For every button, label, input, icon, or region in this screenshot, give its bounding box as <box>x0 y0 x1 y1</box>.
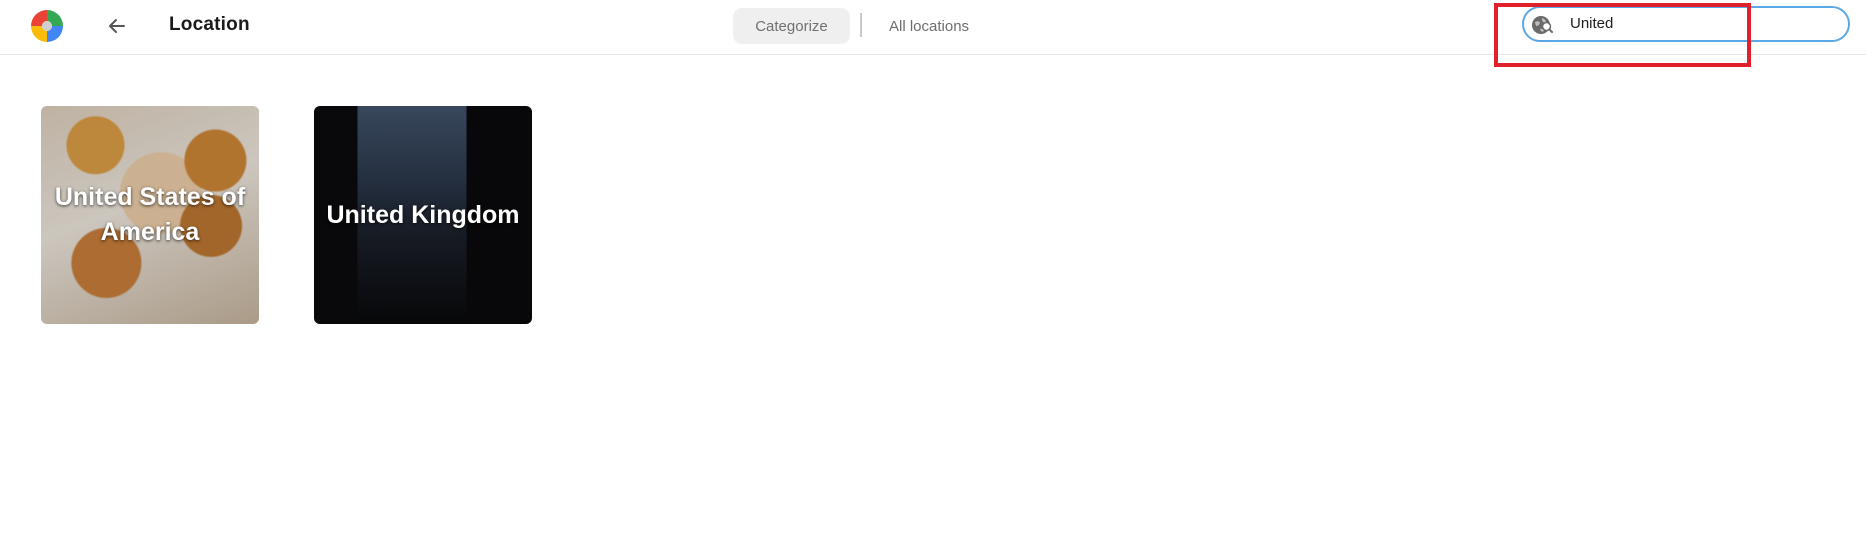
arrow-left-icon <box>109 19 125 33</box>
location-search-input[interactable] <box>1570 11 1830 35</box>
location-card-usa[interactable]: United States of America <box>41 106 259 324</box>
globe-search-icon <box>1532 16 1553 34</box>
location-name: United Kingdom <box>326 200 520 229</box>
location-card-uk[interactable]: United Kingdom <box>314 106 532 324</box>
location-name: United States of America <box>54 183 246 246</box>
tab-all-locations[interactable]: All locations <box>889 8 969 44</box>
back-button[interactable] <box>104 13 130 39</box>
page-title: Location <box>169 14 250 35</box>
tab-divider <box>860 13 862 37</box>
app-logo-icon[interactable] <box>28 7 66 45</box>
top-bar: Location Categorize All locations <box>0 0 1866 55</box>
tab-categorize[interactable]: Categorize <box>733 8 850 44</box>
